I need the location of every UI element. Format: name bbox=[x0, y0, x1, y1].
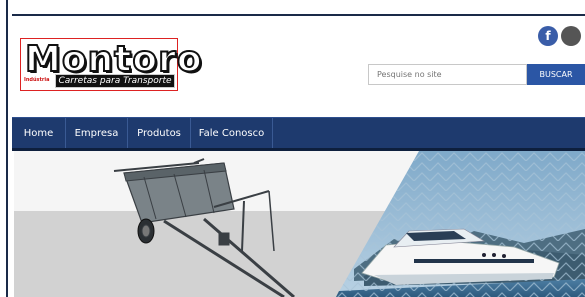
top-divider bbox=[12, 14, 585, 16]
facebook-icon[interactable]: f bbox=[538, 26, 558, 46]
search-button[interactable]: BUSCAR bbox=[527, 64, 585, 85]
nav-produtos[interactable]: Produtos bbox=[128, 118, 191, 149]
banner-graphic bbox=[14, 151, 585, 297]
main-nav: Home Empresa Produtos Fale Conosco bbox=[12, 117, 585, 149]
social-icon[interactable] bbox=[561, 26, 581, 46]
hero-banner[interactable] bbox=[14, 151, 585, 297]
logo-tagline: Carretas para Transporte bbox=[55, 74, 175, 88]
nav-fale-conosco[interactable]: Fale Conosco bbox=[191, 118, 273, 149]
nav-home[interactable]: Home bbox=[12, 118, 66, 149]
logo-industria: Indústria bbox=[24, 77, 50, 83]
search-input[interactable] bbox=[368, 64, 527, 85]
site-logo[interactable]: Montoro Indústria Carretas para Transpor… bbox=[20, 38, 203, 91]
nav-empresa[interactable]: Empresa bbox=[66, 118, 128, 149]
